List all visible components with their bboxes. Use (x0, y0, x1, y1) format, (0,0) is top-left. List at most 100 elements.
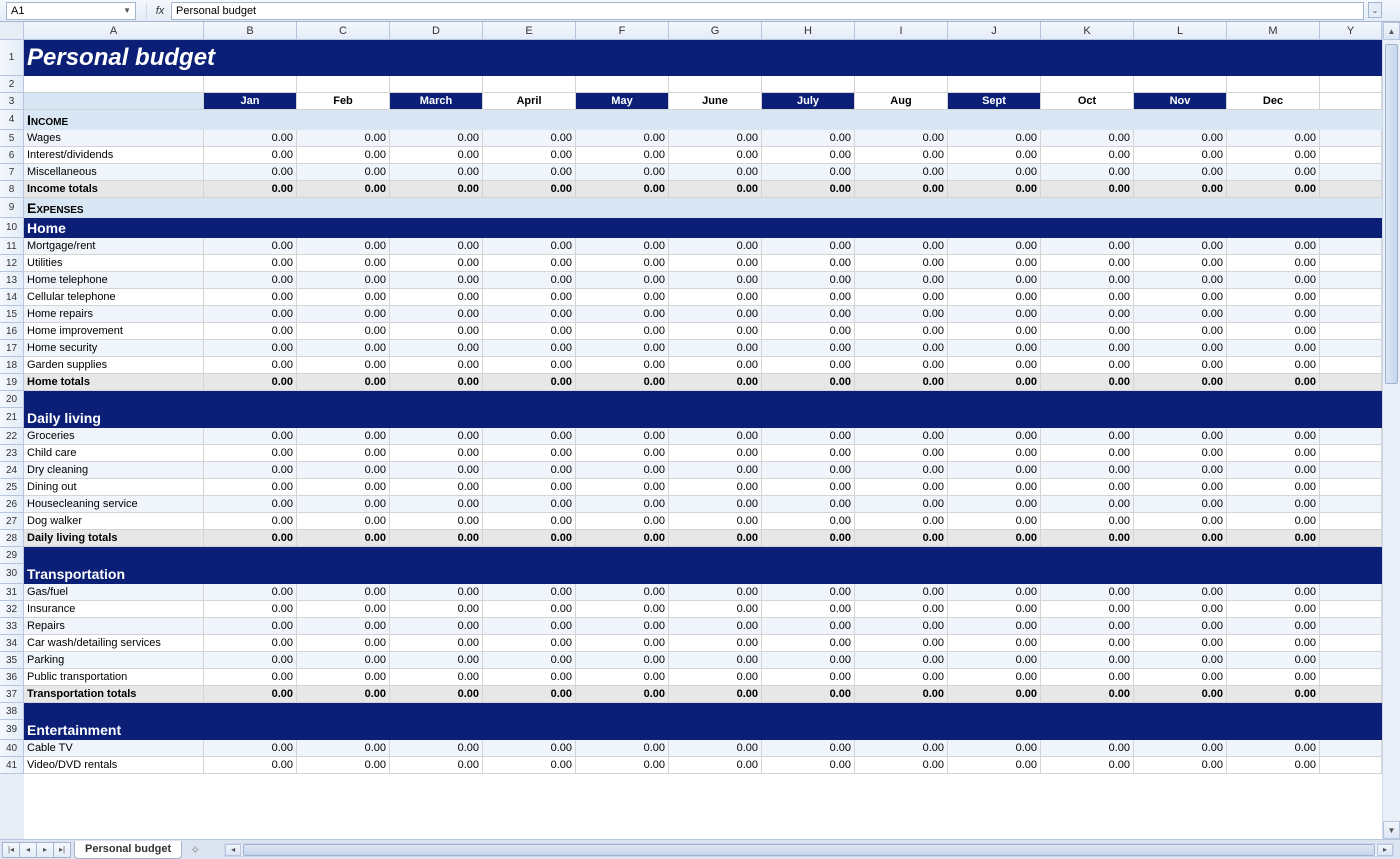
cell[interactable] (1320, 584, 1382, 601)
cell[interactable]: 0.00 (576, 496, 669, 513)
cell[interactable]: 0.00 (204, 479, 297, 496)
cell[interactable]: 0.00 (204, 130, 297, 147)
cell[interactable] (1320, 323, 1382, 340)
cell[interactable]: 0.00 (1041, 306, 1134, 323)
cell[interactable]: 0.00 (1134, 374, 1227, 391)
cell[interactable]: 0.00 (669, 652, 762, 669)
cell[interactable]: 0.00 (297, 340, 390, 357)
cell[interactable]: Groceries (24, 428, 204, 445)
cell[interactable]: 0.00 (204, 740, 297, 757)
row-header[interactable]: 23 (0, 445, 24, 462)
cell[interactable]: 0.00 (948, 496, 1041, 513)
cell[interactable]: 0.00 (669, 530, 762, 547)
cell[interactable]: 0.00 (948, 740, 1041, 757)
cell[interactable]: 0.00 (390, 686, 483, 703)
cell[interactable] (576, 76, 669, 93)
cell[interactable]: 0.00 (762, 496, 855, 513)
cell[interactable]: 0.00 (1041, 289, 1134, 306)
cell[interactable] (1320, 130, 1382, 147)
cell[interactable]: 0.00 (669, 669, 762, 686)
row-header[interactable]: 6 (0, 147, 24, 164)
cell[interactable]: 0.00 (669, 357, 762, 374)
cell[interactable]: 0.00 (1041, 147, 1134, 164)
cell[interactable]: 0.00 (297, 255, 390, 272)
cell[interactable]: 0.00 (1227, 462, 1320, 479)
cell[interactable]: 0.00 (483, 445, 576, 462)
row-header[interactable]: 19 (0, 374, 24, 391)
cell[interactable]: 0.00 (669, 181, 762, 198)
cell[interactable]: 0.00 (762, 289, 855, 306)
cell[interactable] (24, 76, 204, 93)
cell[interactable]: 0.00 (483, 323, 576, 340)
cell[interactable]: 0.00 (1041, 652, 1134, 669)
cell[interactable]: 0.00 (297, 686, 390, 703)
row-header[interactable]: 29 (0, 547, 24, 564)
cell[interactable]: 0.00 (855, 618, 948, 635)
cell[interactable]: 0.00 (1041, 272, 1134, 289)
row-header[interactable]: 26 (0, 496, 24, 513)
cell[interactable]: 0.00 (669, 686, 762, 703)
cell[interactable]: 0.00 (669, 462, 762, 479)
cell[interactable]: 0.00 (855, 462, 948, 479)
column-header[interactable]: H (762, 22, 855, 40)
cell[interactable] (1320, 428, 1382, 445)
cell[interactable]: 0.00 (1134, 181, 1227, 198)
cell[interactable]: 0.00 (762, 357, 855, 374)
cell[interactable] (1320, 757, 1382, 774)
cell[interactable]: 0.00 (855, 255, 948, 272)
cell[interactable]: 0.00 (1227, 238, 1320, 255)
cell[interactable]: 0.00 (762, 601, 855, 618)
cell[interactable]: 0.00 (762, 462, 855, 479)
cell[interactable]: 0.00 (297, 584, 390, 601)
cell[interactable]: 0.00 (576, 357, 669, 374)
cell[interactable]: 0.00 (762, 530, 855, 547)
column-header[interactable]: I (855, 22, 948, 40)
cell[interactable] (1320, 147, 1382, 164)
cell[interactable]: 0.00 (204, 530, 297, 547)
cell[interactable]: 0.00 (855, 147, 948, 164)
cell[interactable]: 0.00 (204, 669, 297, 686)
fx-button[interactable]: fx (149, 2, 171, 20)
row-header[interactable]: 41 (0, 757, 24, 774)
cell[interactable]: 0.00 (762, 740, 855, 757)
month-header[interactable]: Dec (1227, 93, 1320, 110)
cell[interactable]: 0.00 (1041, 584, 1134, 601)
month-header[interactable]: Feb (297, 93, 390, 110)
column-header[interactable]: D (390, 22, 483, 40)
cell[interactable]: 0.00 (204, 462, 297, 479)
cell[interactable]: 0.00 (855, 584, 948, 601)
cell[interactable]: 0.00 (1227, 130, 1320, 147)
cell[interactable]: 0.00 (483, 740, 576, 757)
cell[interactable] (1320, 357, 1382, 374)
row-header[interactable]: 18 (0, 357, 24, 374)
cell[interactable]: 0.00 (204, 272, 297, 289)
cell[interactable]: 0.00 (1227, 306, 1320, 323)
cell[interactable] (1320, 391, 1382, 408)
cell[interactable]: 0.00 (483, 164, 576, 181)
cell[interactable]: Cellular telephone (24, 289, 204, 306)
row-header[interactable]: 33 (0, 618, 24, 635)
row-header[interactable]: 14 (0, 289, 24, 306)
cell[interactable]: 0.00 (762, 635, 855, 652)
cell[interactable] (1320, 93, 1382, 110)
cell[interactable]: 0.00 (1227, 618, 1320, 635)
cell[interactable]: 0.00 (948, 181, 1041, 198)
row-header[interactable]: 28 (0, 530, 24, 547)
cell[interactable]: 0.00 (390, 669, 483, 686)
cell[interactable]: 0.00 (669, 164, 762, 181)
cell[interactable]: 0.00 (948, 238, 1041, 255)
cell[interactable]: 0.00 (204, 428, 297, 445)
row-header[interactable]: 39 (0, 720, 24, 740)
cell[interactable]: 0.00 (1041, 669, 1134, 686)
grid[interactable]: Personal budgetJanFebMarchAprilMayJuneJu… (24, 40, 1382, 839)
row-header[interactable]: 25 (0, 479, 24, 496)
cell[interactable] (24, 547, 1320, 564)
cell[interactable]: 0.00 (762, 374, 855, 391)
hscroll-thumb[interactable] (243, 844, 1375, 856)
dropdown-icon[interactable]: ▼ (123, 6, 131, 15)
cell[interactable]: 0.00 (390, 255, 483, 272)
cell[interactable]: 0.00 (762, 323, 855, 340)
cell[interactable]: 0.00 (1134, 530, 1227, 547)
cell[interactable]: Home telephone (24, 272, 204, 289)
cell[interactable]: 0.00 (297, 635, 390, 652)
